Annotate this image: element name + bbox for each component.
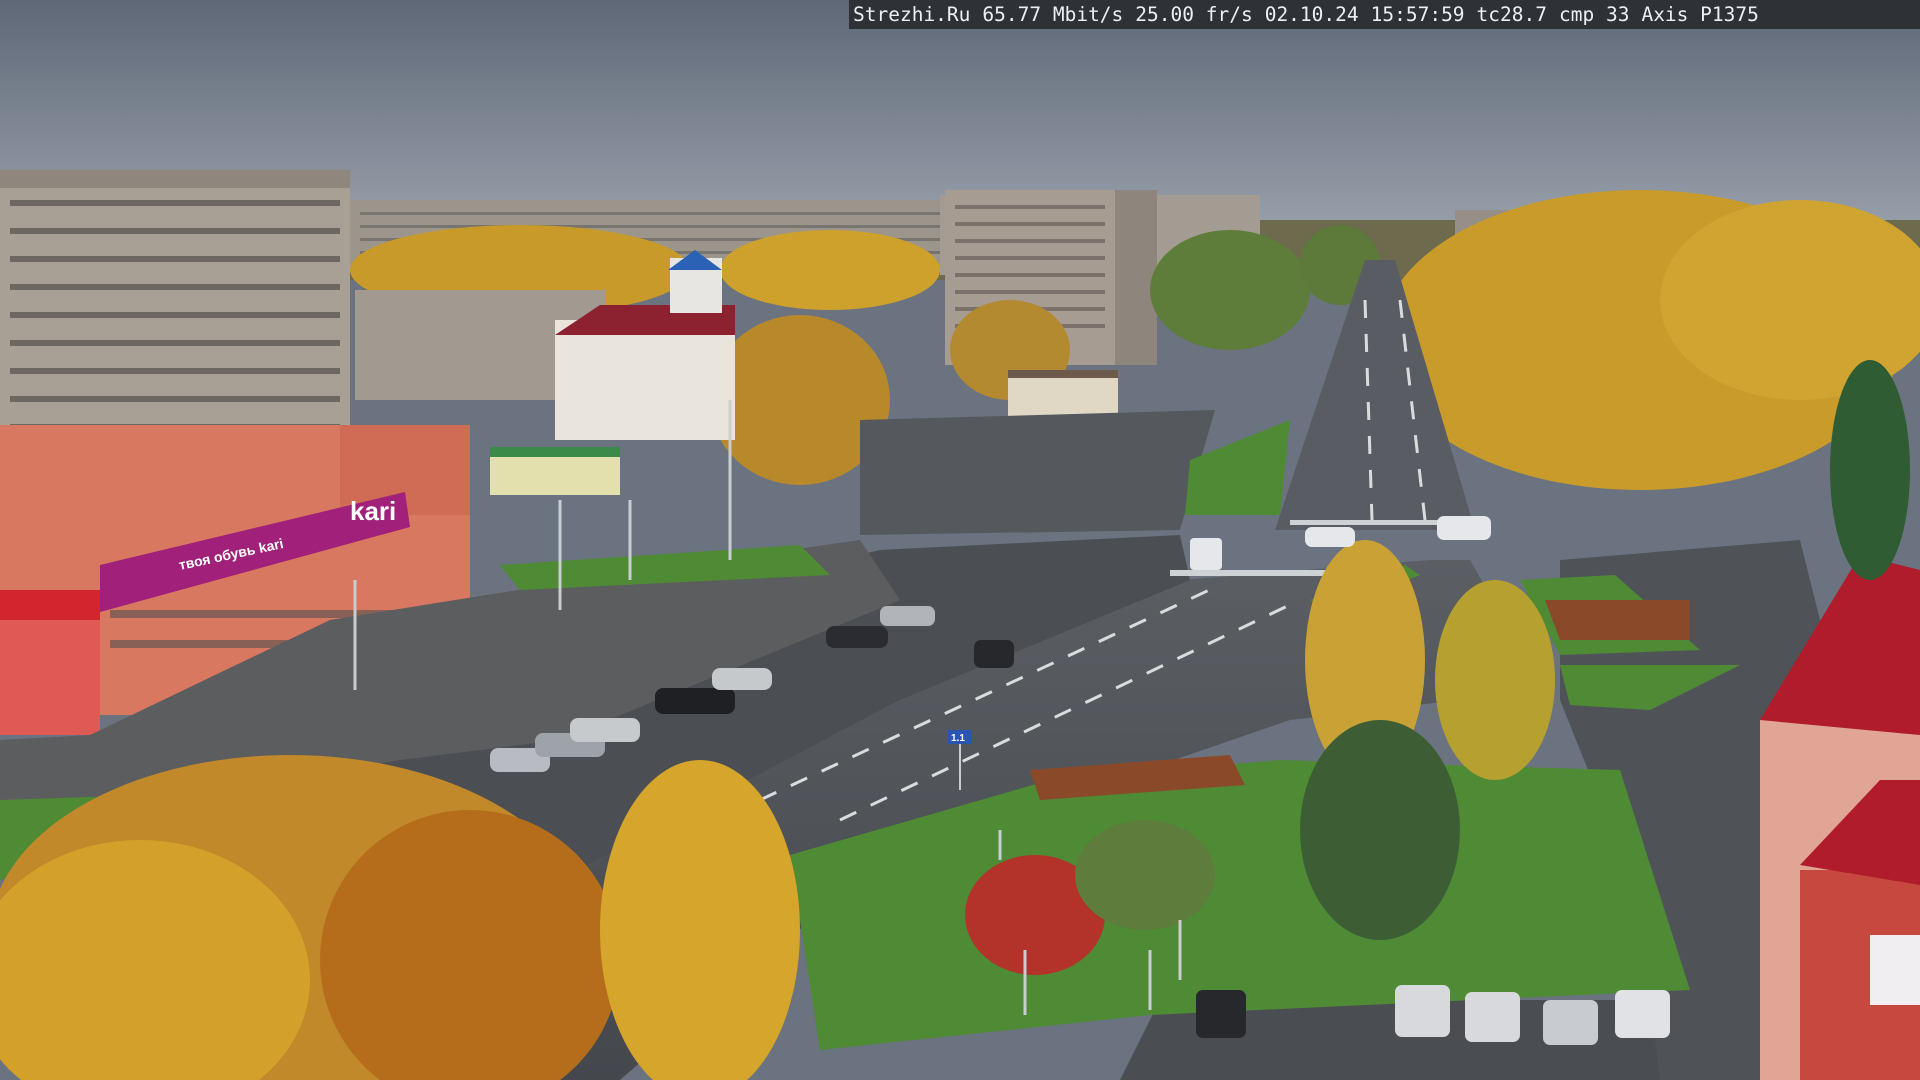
osd-camera: Axis P1375 [1641,3,1759,26]
osd-time: 15:57:59 [1370,3,1465,26]
car [880,606,935,626]
camera-view: kari твоя обувь kari 1.1 Strezhi.Ru 65.7… [0,0,1920,1080]
car [1615,990,1670,1038]
osd-date: 02.10.24 [1264,3,1359,26]
car [655,688,735,714]
plaza [860,410,1215,535]
car [570,718,640,742]
car [1395,985,1450,1037]
car [1305,527,1355,547]
car [974,640,1014,668]
car [1543,1000,1598,1045]
osd-cmp: cmp 33 [1559,3,1630,26]
osd-site: Strezhi.Ru [853,3,971,26]
van [1437,516,1491,540]
road-sign-label: 1.1 [951,733,965,744]
camera-osd-overlay: Strezhi.Ru 65.77 Mbit/s 25.00 fr/s 02.10.24… [849,0,1920,29]
car [1196,990,1246,1038]
osd-tc: tc28.7 [1476,3,1547,26]
osd-bitrate: 65.77 Mbit/s [982,3,1124,26]
car [712,668,772,690]
kari-logo: kari [350,496,396,526]
street-scene: kari твоя обувь kari 1.1 [0,0,1920,1080]
truck [1190,538,1222,570]
osd-framerate: 25.00 fr/s [1135,3,1253,26]
car [826,626,888,648]
car [1465,992,1520,1042]
